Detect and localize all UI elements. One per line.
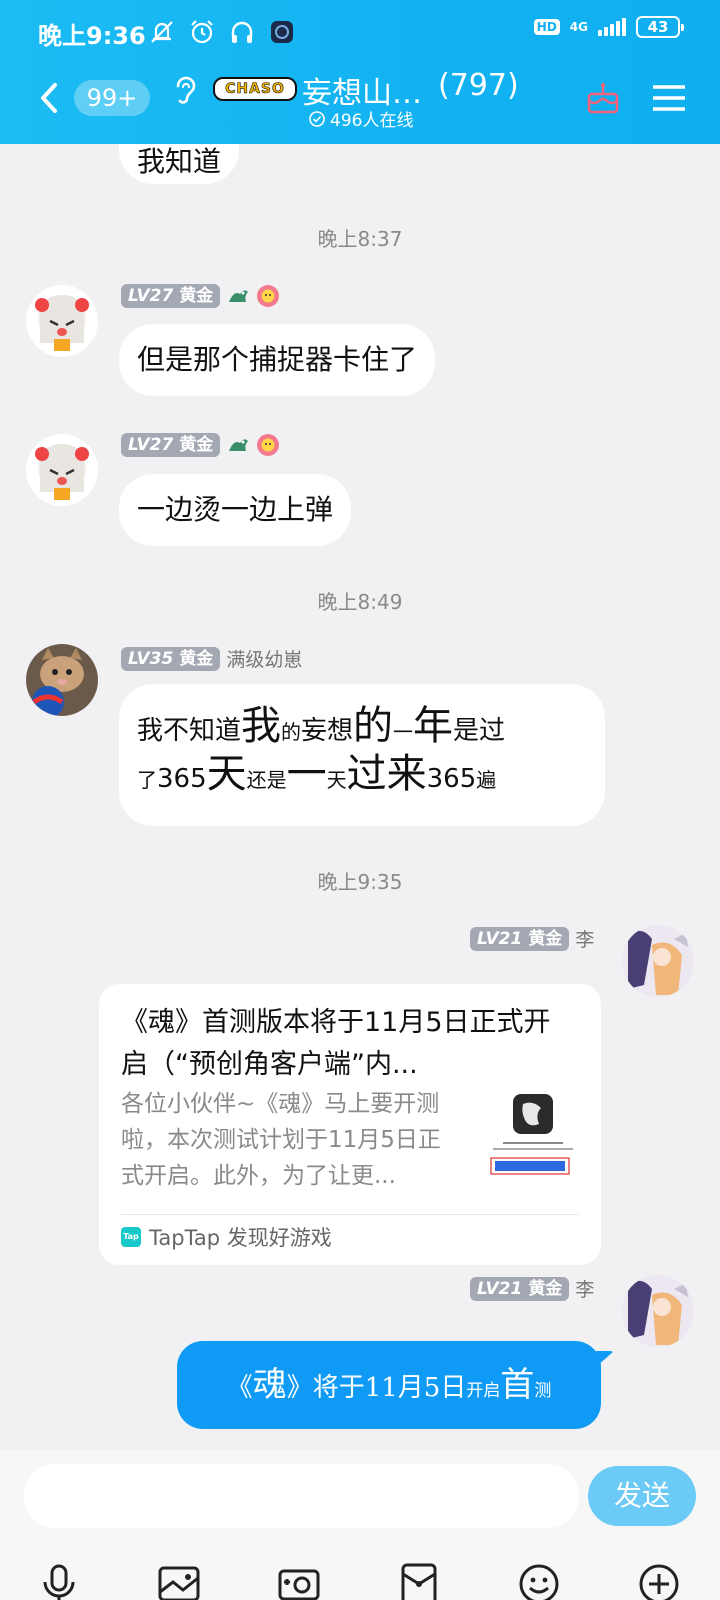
time-separator: 晚上8:49 bbox=[317, 590, 403, 614]
camera-button[interactable] bbox=[277, 1562, 321, 1600]
sender-name: 李 bbox=[575, 1279, 595, 1301]
sender-info: LV21 黄金 李 bbox=[470, 925, 594, 952]
group-logo: CHASO bbox=[213, 77, 297, 101]
card-source: Tap TapTap 发现好游戏 bbox=[121, 1222, 332, 1252]
card-description: 各位小伙伴~《魂》马上要开测啦，本次测试计划于11月5日正式开启。此外，为了让更… bbox=[121, 1091, 441, 1189]
card-divider bbox=[121, 1214, 579, 1215]
time-separator: 晚上8:37 bbox=[317, 227, 403, 251]
avatar[interactable] bbox=[622, 925, 694, 997]
emoji-button[interactable] bbox=[517, 1562, 561, 1600]
anime-girl-avatar-icon bbox=[26, 285, 98, 357]
image-icon bbox=[158, 1566, 200, 1600]
avatar[interactable] bbox=[26, 285, 98, 357]
taptap-icon: Tap bbox=[121, 1227, 141, 1247]
more-button[interactable] bbox=[637, 1562, 681, 1600]
online-status: 496人在线 bbox=[308, 106, 413, 131]
card-thumbnail-icon bbox=[485, 1092, 575, 1182]
app-notification-icon bbox=[271, 21, 293, 43]
bubble-tail bbox=[596, 1351, 614, 1367]
dragon-badge-icon bbox=[229, 290, 249, 302]
message-bubble-partial[interactable]: 我知道 bbox=[119, 144, 240, 184]
level-badge: LV21 黄金 bbox=[470, 926, 570, 951]
sender-info: LV35 黄金 满级幼崽 bbox=[121, 645, 302, 672]
level-badge: LV35 黄金 bbox=[121, 646, 221, 671]
menu-icon[interactable] bbox=[653, 84, 685, 112]
send-button[interactable]: 发送 bbox=[588, 1466, 696, 1526]
image-button[interactable] bbox=[157, 1562, 201, 1600]
hd-badge: HD bbox=[533, 19, 560, 35]
input-area: 发送 bbox=[0, 1450, 720, 1600]
message-line: 了365天还是一天过来365遍 bbox=[137, 751, 497, 797]
plus-icon bbox=[639, 1564, 679, 1600]
anime-art-avatar-icon bbox=[622, 925, 694, 997]
online-check-icon bbox=[309, 110, 325, 127]
dragon-badge-icon bbox=[229, 439, 249, 451]
cake-icon[interactable] bbox=[585, 80, 621, 116]
message-bubble[interactable]: 一边烫一边上弹 bbox=[119, 474, 352, 546]
sender-info: LV27 黄金 bbox=[121, 433, 280, 457]
shared-link-card[interactable]: 《魂》首测版本将于11月5日正式开启（“预创角客户端”内... 各位小伙伴~《魂… bbox=[99, 984, 601, 1265]
flower-badge-icon bbox=[257, 285, 280, 307]
voice-button[interactable] bbox=[37, 1562, 81, 1600]
network-type: 4G bbox=[569, 20, 588, 34]
status-time: 晚上9:36 bbox=[38, 22, 146, 50]
status-icons bbox=[148, 18, 296, 46]
level-badge: LV27 黄金 bbox=[121, 284, 221, 308]
member-count[interactable]: (797) bbox=[438, 68, 519, 103]
card-source-label: TapTap 发现好游戏 bbox=[149, 1226, 332, 1250]
sender-info: LV21 黄金 李 bbox=[470, 1275, 594, 1302]
unread-count-badge[interactable]: 99+ bbox=[74, 80, 150, 116]
level-badge: LV21 黄金 bbox=[470, 1276, 570, 1301]
anime-art-avatar-icon bbox=[622, 1275, 694, 1347]
message-bubble-stylized[interactable]: 我不知道我的妄想的一年是过 了365天还是一天过来365遍 bbox=[119, 684, 605, 826]
online-count: 496人在线 bbox=[330, 111, 414, 131]
emoji-icon bbox=[519, 1564, 559, 1600]
red-packet-button[interactable] bbox=[397, 1562, 441, 1600]
back-button[interactable] bbox=[34, 80, 64, 116]
avatar[interactable] bbox=[26, 644, 98, 716]
anime-girl-avatar-icon bbox=[26, 434, 98, 506]
sender-name: 李 bbox=[575, 929, 595, 951]
chat-header: 晚上9:36 HD 4G 43 99+ CHASO 妄想山… (797) 496… bbox=[0, 0, 720, 144]
sender-info: LV27 黄金 bbox=[121, 284, 280, 308]
message-bubble[interactable]: 但是那个捕捉器卡住了 bbox=[119, 324, 436, 396]
signal-icon bbox=[598, 18, 626, 36]
message-bubble-self[interactable]: 《魂》将于11月5日开启首测 bbox=[177, 1341, 601, 1429]
level-badge: LV27 黄金 bbox=[121, 433, 221, 457]
alarm-muted-icon bbox=[151, 21, 173, 43]
time-separator: 晚上9:35 bbox=[317, 870, 403, 894]
headphones-icon bbox=[231, 21, 253, 43]
ear-icon[interactable] bbox=[172, 74, 198, 106]
status-right: HD 4G 43 bbox=[533, 16, 684, 38]
avatar[interactable] bbox=[26, 434, 98, 506]
message-input[interactable] bbox=[24, 1464, 579, 1528]
battery-icon: 43 bbox=[636, 16, 684, 38]
sender-title: 满级幼崽 bbox=[226, 649, 303, 671]
cat-with-can-avatar-icon bbox=[26, 644, 98, 716]
flower-badge-icon bbox=[257, 434, 280, 456]
card-title: 《魂》首测版本将于11月5日正式开启（“预创角客户端”内... bbox=[121, 1007, 551, 1080]
microphone-icon bbox=[43, 1564, 75, 1600]
camera-icon bbox=[278, 1569, 320, 1600]
chat-messages[interactable]: 我知道 晚上8:37 LV27 黄金 但是那个捕捉器卡住了 LV27 黄金 一边烫一… bbox=[0, 144, 720, 1450]
alarm-clock-icon bbox=[191, 20, 213, 44]
red-packet-icon bbox=[401, 1563, 437, 1600]
avatar[interactable] bbox=[622, 1275, 694, 1347]
